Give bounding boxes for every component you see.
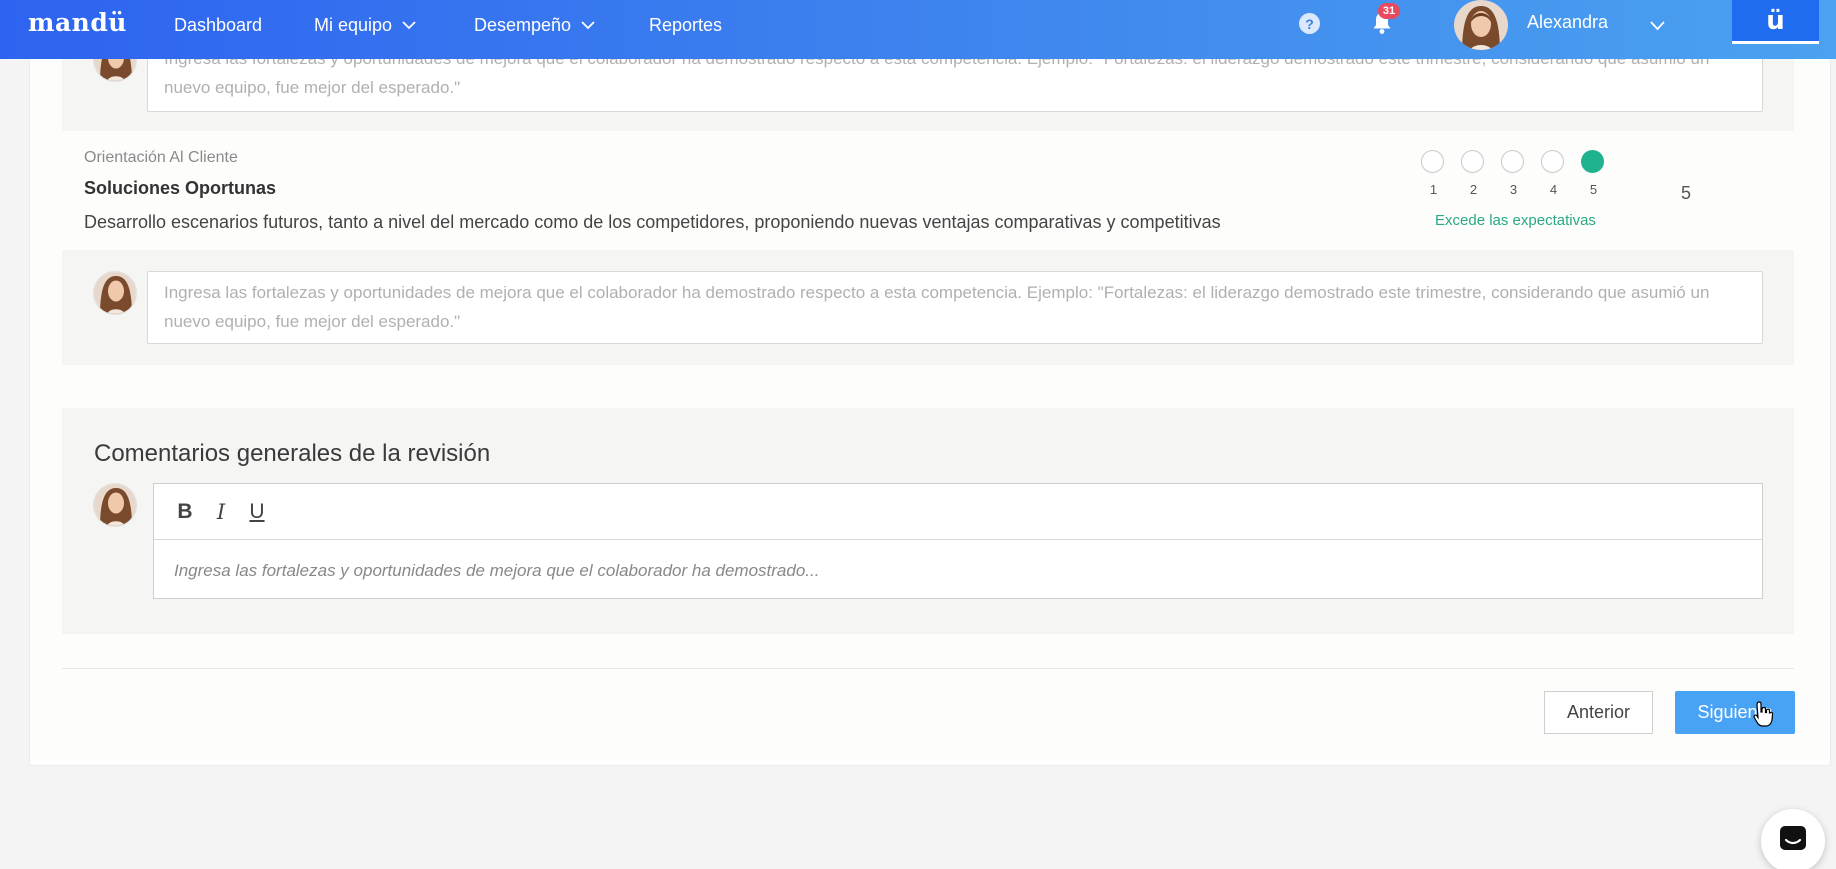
rating-number-5: 5 bbox=[1589, 182, 1598, 197]
rating-option-3[interactable] bbox=[1501, 150, 1524, 173]
competency-comment-placeholder: Ingresa las fortalezas y oportunidades d… bbox=[164, 283, 1710, 331]
brand-logo[interactable]: mandü bbox=[28, 8, 127, 37]
nav-dashboard[interactable]: Dashboard bbox=[174, 15, 262, 36]
rating-option-2[interactable] bbox=[1461, 150, 1484, 173]
competency-title: Soluciones Oportunas bbox=[84, 178, 277, 198]
italic-button[interactable]: I bbox=[210, 500, 232, 524]
nav-desempeno-label: Desempeño bbox=[474, 15, 572, 35]
chat-launcher-button[interactable] bbox=[1761, 809, 1825, 869]
rating-option-1[interactable] bbox=[1421, 150, 1444, 173]
editor-toolbar: B I U bbox=[154, 484, 1762, 540]
competency-category: Orientación Al Cliente bbox=[84, 149, 238, 166]
rating-number-1: 1 bbox=[1429, 182, 1438, 197]
top-navbar: mandü Dashboard Mi equipo Desempeño Repo… bbox=[0, 0, 1836, 59]
evaluator-avatar bbox=[93, 271, 137, 315]
evaluator-avatar bbox=[93, 483, 137, 527]
rating-number-3: 3 bbox=[1509, 182, 1518, 197]
previous-button[interactable]: Anterior bbox=[1544, 691, 1653, 734]
general-comments-placeholder: Ingresa las fortalezas y oportunidades d… bbox=[174, 561, 820, 580]
nav-dashboard-label: Dashboard bbox=[174, 15, 263, 35]
nav-reportes[interactable]: Reportes bbox=[649, 15, 722, 36]
rating-number-4: 4 bbox=[1549, 182, 1558, 197]
chevron-down-icon[interactable] bbox=[1650, 18, 1665, 36]
bold-button[interactable]: B bbox=[174, 500, 196, 524]
competency-description: Desarrollo escenarios futuros, tanto a n… bbox=[84, 212, 1221, 232]
footer-divider bbox=[62, 668, 1794, 669]
chevron-down-icon bbox=[402, 21, 416, 30]
rating-number-2: 2 bbox=[1469, 182, 1478, 197]
question-circle-icon[interactable]: ? bbox=[1299, 13, 1320, 34]
nav-reportes-label: Reportes bbox=[649, 15, 723, 35]
nav-mi-equipo-label: Mi equipo bbox=[314, 15, 393, 35]
chat-icon bbox=[1778, 824, 1808, 859]
rating-label: Excede las expectativas bbox=[1435, 212, 1596, 229]
rating-option-5[interactable] bbox=[1581, 150, 1604, 173]
underline-button[interactable]: U bbox=[246, 500, 268, 524]
user-avatar[interactable] bbox=[1454, 0, 1508, 50]
next-button[interactable]: Siguiente bbox=[1675, 691, 1795, 734]
general-comments-title: Comentarios generales de la revisión bbox=[94, 440, 491, 467]
rating-scale bbox=[1421, 150, 1621, 180]
competency-score: 5 bbox=[1681, 183, 1692, 203]
nav-desempeno[interactable]: Desempeño bbox=[474, 15, 595, 36]
nav-mi-equipo[interactable]: Mi equipo bbox=[314, 15, 416, 36]
notification-count-badge: 31 bbox=[1378, 3, 1400, 19]
rating-option-4[interactable] bbox=[1541, 150, 1564, 173]
general-comments-editor[interactable]: B I U Ingresa las fortalezas y oportunid… bbox=[153, 483, 1763, 599]
hand-cursor-icon bbox=[1752, 700, 1774, 728]
user-name[interactable]: Alexandra bbox=[1527, 12, 1608, 33]
brand-app-button[interactable]: ü bbox=[1732, 0, 1819, 44]
competency-comment-textarea[interactable]: Ingresa las fortalezas y oportunidades d… bbox=[147, 271, 1763, 344]
chevron-down-icon bbox=[581, 21, 595, 30]
